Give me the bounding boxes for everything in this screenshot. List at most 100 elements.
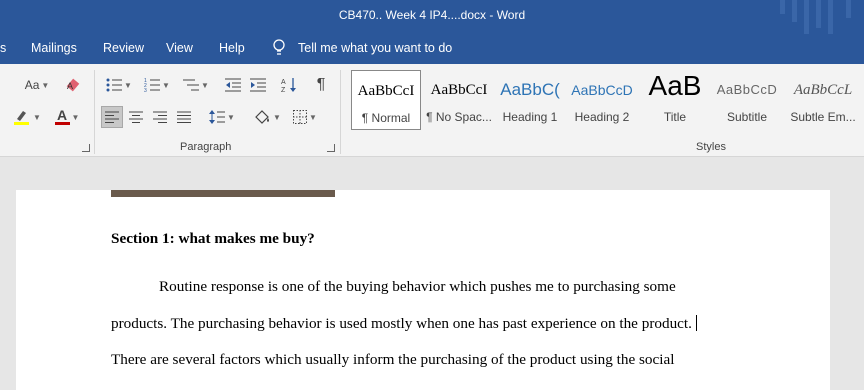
document-page[interactable]: Section 1: what makes me buy? Routine re… [16, 190, 830, 390]
font-color-letter: A [56, 107, 68, 123]
highlight-color-button[interactable]: ▼ [10, 106, 44, 128]
style-name: Title [663, 110, 687, 124]
align-right-button[interactable] [149, 106, 171, 128]
pilcrow-icon: ¶ [316, 76, 326, 93]
tab-partial[interactable]: s [0, 41, 6, 55]
chevron-down-icon: ▼ [124, 80, 132, 90]
lightbulb-icon[interactable] [272, 39, 286, 57]
style-name: ¶ No Spac... [426, 110, 492, 124]
document-image [111, 190, 335, 197]
sort-button[interactable]: AZ [278, 74, 300, 96]
font-color-button[interactable]: A ▼ [50, 106, 84, 128]
style-sample: AaBbCcI [357, 83, 415, 99]
font-color-icon: A [54, 107, 70, 125]
show-formatting-marks-button[interactable]: ¶ [310, 74, 332, 96]
group-divider [340, 70, 341, 154]
tab-view[interactable]: View [166, 41, 193, 55]
paragraph-line: Routine response is one of the buying be… [159, 278, 676, 295]
style-normal[interactable]: AaBbCcI ¶ Normal [351, 70, 421, 130]
decrease-indent-icon [225, 78, 241, 92]
titlebar-decoration [792, 0, 797, 22]
increase-indent-button[interactable] [247, 74, 269, 96]
increase-indent-icon [250, 78, 266, 92]
titlebar-decoration [804, 0, 809, 34]
align-center-icon [129, 111, 143, 123]
borders-button[interactable]: ▼ [288, 106, 322, 128]
svg-text:Z: Z [281, 87, 286, 93]
decrease-indent-button[interactable] [222, 74, 244, 96]
group-divider [94, 70, 95, 154]
style-name: Subtitle [726, 110, 768, 124]
style-name: Heading 1 [502, 110, 558, 124]
styles-gallery: AaBbCcI ¶ Normal AaBbCcI ¶ No Spac... Aa… [344, 70, 864, 132]
svg-text:A: A [281, 79, 286, 86]
change-case-label: Aa [24, 78, 40, 92]
tab-help[interactable]: Help [219, 41, 245, 55]
style-title[interactable]: AaB Title [640, 70, 710, 130]
style-heading-2[interactable]: AaBbCcD Heading 2 [567, 70, 637, 130]
paragraph-group-label: Paragraph [180, 141, 232, 153]
multilevel-list-button[interactable]: ▼ [178, 74, 214, 96]
sort-icon: AZ [281, 78, 296, 93]
eraser-icon: A [66, 78, 80, 92]
chevron-down-icon: ▼ [71, 112, 80, 122]
style-sample: AaB [648, 70, 702, 101]
chevron-down-icon: ▼ [201, 80, 209, 90]
justify-icon [177, 111, 191, 123]
style-name: ¶ Normal [361, 111, 411, 125]
justify-button[interactable] [173, 106, 195, 128]
paint-bucket-icon [255, 110, 270, 124]
font-color-swatch [54, 122, 70, 125]
align-left-button[interactable] [101, 106, 123, 128]
style-sample: AaBbC( [500, 80, 560, 99]
style-name: Subtle Em... [790, 110, 856, 124]
style-sample: AaBbCcI [430, 82, 488, 98]
style-sample: AaBbCcL [793, 82, 853, 98]
style-sample: AaBbCcD [571, 82, 633, 98]
text-cursor [695, 315, 697, 331]
chevron-down-icon: ▼ [33, 112, 41, 122]
tab-review[interactable]: Review [103, 41, 144, 55]
tell-me-search[interactable]: Tell me what you want to do [298, 41, 452, 55]
line-spacing-button[interactable]: ▼ [204, 106, 240, 128]
style-sample: AaBbCcD [716, 82, 778, 97]
chevron-down-icon: ▼ [227, 112, 235, 122]
numbering-button[interactable]: 1 2 3 ▼ [140, 74, 174, 96]
multilevel-list-icon [183, 79, 200, 91]
align-left-icon [105, 111, 119, 123]
paragraph-dialog-launcher-icon[interactable] [327, 144, 335, 152]
change-case-button[interactable]: Aa ▼ [20, 74, 54, 96]
style-subtitle[interactable]: AaBbCcD Subtitle [712, 70, 782, 130]
titlebar-decoration [780, 0, 785, 14]
style-name: Heading 2 [574, 110, 630, 124]
paragraph-line-text: products. The purchasing behavior is use… [111, 315, 692, 332]
tab-mailings[interactable]: Mailings [31, 41, 77, 55]
bullets-button[interactable]: ▼ [102, 74, 136, 96]
bullets-icon [106, 78, 123, 92]
chevron-down-icon: ▼ [41, 80, 50, 90]
svg-text:3: 3 [144, 88, 147, 92]
font-dialog-launcher-icon[interactable] [82, 144, 90, 152]
paragraph-line: products. The purchasing behavior is use… [111, 315, 697, 333]
chevron-down-icon: ▼ [162, 80, 170, 90]
highlighter-icon [14, 111, 30, 125]
align-right-icon [153, 111, 167, 123]
chevron-down-icon: ▼ [309, 112, 317, 122]
titlebar-decoration [846, 0, 851, 18]
styles-group-label: Styles [696, 141, 726, 153]
style-no-spacing[interactable]: AaBbCcI ¶ No Spac... [424, 70, 494, 130]
ribbon-tabs: s Mailings Review View Help Tell me what… [0, 34, 864, 64]
section-heading: Section 1: what makes me buy? [111, 230, 315, 247]
ribbon: Aa ▼ A ▼ A ▼ ▼ 1 2 3 ▼ ▼ AZ ¶ ▼ ▼ ▼ Para… [0, 64, 864, 157]
paragraph-line: There are several factors which usually … [111, 351, 675, 368]
titlebar-decoration [816, 0, 821, 28]
shading-button[interactable]: ▼ [250, 106, 284, 128]
title-bar: CB470.. Week 4 IP4....docx - Word [0, 0, 864, 34]
line-spacing-icon [209, 110, 226, 124]
center-button[interactable] [125, 106, 147, 128]
titlebar-decoration [828, 0, 833, 34]
style-heading-1[interactable]: AaBbC( Heading 1 [495, 70, 565, 130]
numbering-icon: 123 [144, 78, 161, 92]
style-subtle-emphasis[interactable]: AaBbCcL Subtle Em... [784, 70, 862, 130]
clear-formatting-button[interactable]: A [62, 74, 84, 96]
